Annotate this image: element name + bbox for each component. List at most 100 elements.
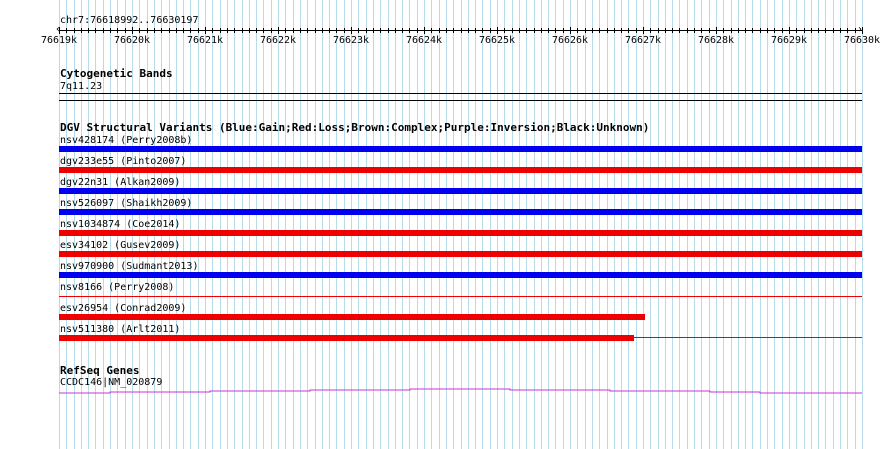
variant-bar[interactable] [59,296,862,297]
variant-label[interactable]: esv34102 (Gusev2009) [60,240,180,251]
grid-line [300,0,301,449]
grid-line [752,0,753,449]
variant-bar[interactable] [59,209,862,215]
variant-label[interactable]: nsv1034874 (Coe2014) [60,219,180,230]
ruler-minor-tick [446,28,447,33]
ruler-tick-label: 76619k [40,35,78,46]
grid-line [541,0,542,449]
grid-line [351,0,352,449]
ruler-minor-tick [599,28,600,33]
ruler-minor-tick [621,28,622,33]
ruler-minor-tick [453,28,454,33]
grid-line [738,0,739,449]
variant-bar[interactable] [59,146,862,152]
grid-line [607,0,608,449]
grid-line [687,0,688,449]
ruler-minor-tick [847,28,848,33]
grid-line [431,0,432,449]
ruler-minor-tick [548,28,549,33]
ruler-tick-label: 76626k [551,35,589,46]
variant-bar[interactable] [59,272,862,278]
variant-label[interactable]: nsv8166 (Perry2008) [60,282,174,293]
ruler-minor-tick [526,28,527,33]
ruler-minor-tick [804,28,805,33]
variant-label[interactable]: nsv511380 (Arlt2011) [60,324,180,335]
position-label: chr7:76618992..76630197 [60,15,199,26]
grid-line [205,0,206,449]
ruler-minor-tick [300,28,301,33]
ruler-minor-tick [212,28,213,33]
variant-label[interactable]: nsv970900 (Sudmant2013) [60,261,198,272]
grid-line [672,0,673,449]
grid-line [621,0,622,449]
ruler-tick-label: 76627k [624,35,662,46]
grid-line [774,0,775,449]
grid-line [548,0,549,449]
grid-line [862,0,863,449]
variant-bar[interactable] [59,188,862,194]
ruler-minor-tick [66,28,67,33]
variant-label[interactable]: nsv526097 (Shaikh2009) [60,198,192,209]
ruler-minor-tick [767,28,768,33]
ruler-minor-tick [833,28,834,33]
ruler-minor-tick [358,28,359,33]
ruler-minor-tick [650,28,651,33]
refseq-track-title[interactable]: RefSeq Genes [60,365,139,377]
grid-line [402,0,403,449]
ruler-minor-tick [95,28,96,33]
ruler-minor-tick [183,28,184,33]
variant-label[interactable]: esv26954 (Conrad2009) [60,303,186,314]
ruler-minor-tick [672,28,673,33]
ruler-minor-tick [315,28,316,33]
variant-intron-line[interactable] [634,337,862,338]
ruler-minor-tick [395,28,396,33]
grid-line [256,0,257,449]
ruler-minor-tick [307,28,308,33]
ruler-minor-tick [475,28,476,33]
ruler-minor-tick [679,28,680,33]
variant-bar[interactable] [59,335,634,341]
grid-line [709,0,710,449]
variant-bar[interactable] [59,314,645,320]
grid-line [307,0,308,449]
ruler-minor-tick [563,28,564,33]
ruler-minor-tick [577,28,578,33]
grid-line [716,0,717,449]
ruler-minor-tick [628,28,629,33]
ruler-minor-tick [336,28,337,33]
grid-line [512,0,513,449]
ruler-minor-tick [665,28,666,33]
grid-line [220,0,221,449]
ruler-minor-tick [242,28,243,33]
ruler-minor-tick [658,28,659,33]
ruler-minor-tick [125,28,126,33]
variant-label[interactable]: nsv428174 (Perry2008b) [60,135,192,146]
grid-line [519,0,520,449]
ruler-minor-tick [351,28,352,33]
ruler-minor-tick [161,28,162,33]
variant-label[interactable]: dgv233e55 (Pinto2007) [60,156,186,167]
variant-bar[interactable] [59,167,862,173]
grid-line [453,0,454,449]
grid-line [694,0,695,449]
ruler-minor-tick [789,28,790,33]
ruler-minor-tick [782,28,783,33]
grid-line [439,0,440,449]
ruler-minor-tick [271,28,272,33]
ruler-minor-tick [512,28,513,33]
grid-line [650,0,651,449]
variant-bar[interactable] [59,230,862,236]
variant-label[interactable]: dgv22n31 (Alkan2009) [60,177,180,188]
refseq-gene-line[interactable] [0,385,890,397]
grid-line [249,0,250,449]
ruler-minor-tick [862,28,863,33]
dgv-track-title[interactable]: DGV Structural Variants (Blue:Gain;Red:L… [60,122,649,134]
grid-line [366,0,367,449]
grid-line [614,0,615,449]
grid-line [796,0,797,449]
ruler-minor-tick [81,28,82,33]
variant-bar[interactable] [59,251,862,257]
ruler-minor-tick [570,28,571,33]
ruler-minor-tick [103,28,104,33]
cytoband-track-title[interactable]: Cytogenetic Bands [60,68,173,80]
